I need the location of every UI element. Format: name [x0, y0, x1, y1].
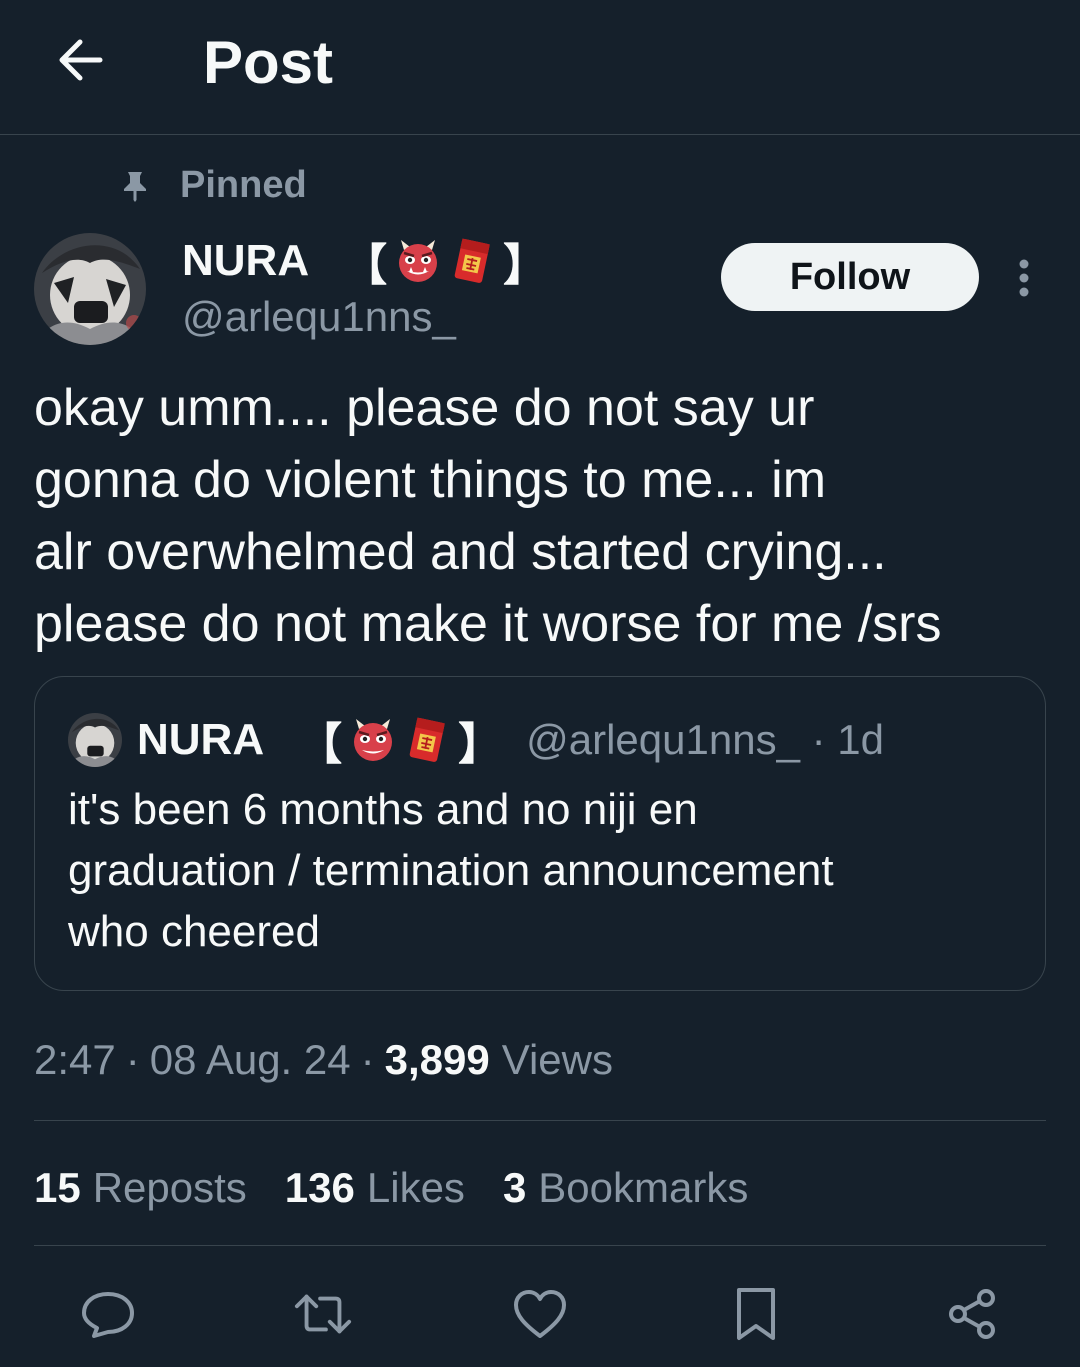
name-bracket-open: 【	[343, 241, 388, 290]
follow-button[interactable]: Follow	[721, 243, 979, 311]
repost-button[interactable]	[293, 1284, 353, 1344]
heart-icon	[514, 1290, 566, 1338]
post-time[interactable]: 2:47	[34, 1036, 116, 1084]
divider	[34, 1120, 1046, 1121]
pinned-label: Pinned	[180, 163, 307, 206]
bookmarks-stat[interactable]: 3 Bookmarks	[503, 1164, 748, 1212]
bookmarks-label: Bookmarks	[538, 1164, 749, 1211]
quoted-display-name: NURA	[137, 715, 265, 764]
red-envelope-emoji-icon	[409, 717, 445, 762]
likes-label: Likes	[366, 1164, 465, 1211]
more-options-button[interactable]	[1004, 256, 1044, 300]
quoted-handle-time: @arlequ1nns_ · 1d	[526, 716, 884, 763]
reply-button[interactable]	[78, 1284, 138, 1344]
top-bar: Post	[0, 0, 1080, 135]
bookmarks-count: 3	[502, 1164, 527, 1211]
quoted-avatar	[68, 713, 122, 767]
back-button[interactable]	[44, 24, 116, 96]
page-title: Post	[203, 29, 334, 96]
post-meta: 2:47 · 08 Aug. 24 · 3,899 Views	[34, 1030, 613, 1090]
views-label: Views	[501, 1036, 613, 1083]
likes-stat[interactable]: 136 Likes	[285, 1164, 465, 1212]
reposts-label: Reposts	[92, 1164, 247, 1211]
views-count: 3,899	[384, 1036, 490, 1083]
quoted-post-text: it's been 6 months and no niji en gradua…	[68, 785, 834, 956]
ogre-emoji-icon	[354, 719, 393, 761]
likes-count: 136	[284, 1164, 355, 1211]
ogre-emoji-icon	[399, 240, 438, 282]
author-display-name: NURA	[182, 236, 310, 285]
share-icon	[949, 1289, 995, 1339]
author-handle[interactable]: @arlequ1nns_	[182, 290, 456, 344]
divider	[34, 1245, 1046, 1246]
author-name-row[interactable]: NURA 【 】	[182, 232, 551, 290]
more-vertical-icon	[1019, 259, 1029, 297]
quoted-post-header: NURA 【 】 @arlequ1nns_ · 1d	[137, 711, 884, 769]
pin-icon	[124, 172, 146, 202]
quoted-bracket-open: 【	[298, 720, 343, 769]
reposts-count: 15	[34, 1164, 81, 1211]
avatar[interactable]	[34, 233, 146, 345]
bookmark-button[interactable]	[726, 1284, 786, 1344]
reposts-stat[interactable]: 15 Reposts	[34, 1164, 247, 1212]
name-bracket-close: 】	[503, 241, 548, 290]
meta-separator: ·	[125, 1036, 140, 1083]
red-envelope-emoji-icon	[454, 238, 490, 283]
post-date[interactable]: 08 Aug. 24	[150, 1036, 351, 1084]
arrow-left-icon	[59, 39, 103, 81]
pinned-indicator: Pinned	[118, 160, 307, 210]
like-button[interactable]	[510, 1284, 570, 1344]
quoted-bracket-close: 】	[458, 720, 503, 769]
bookmark-icon	[737, 1288, 775, 1340]
post-text: okay umm.... please do not say ur gonna …	[34, 379, 942, 653]
engagement-stats: 15 Reposts 136 Likes 3 Bookmarks	[34, 1158, 786, 1218]
quoted-post-card[interactable]: NURA 【 】 @arlequ1nns_ · 1d it's been 6 m…	[34, 676, 1046, 991]
meta-separator: ·	[360, 1036, 375, 1083]
reply-icon	[82, 1292, 134, 1338]
repost-icon	[294, 1294, 352, 1334]
share-button[interactable]	[942, 1284, 1002, 1344]
